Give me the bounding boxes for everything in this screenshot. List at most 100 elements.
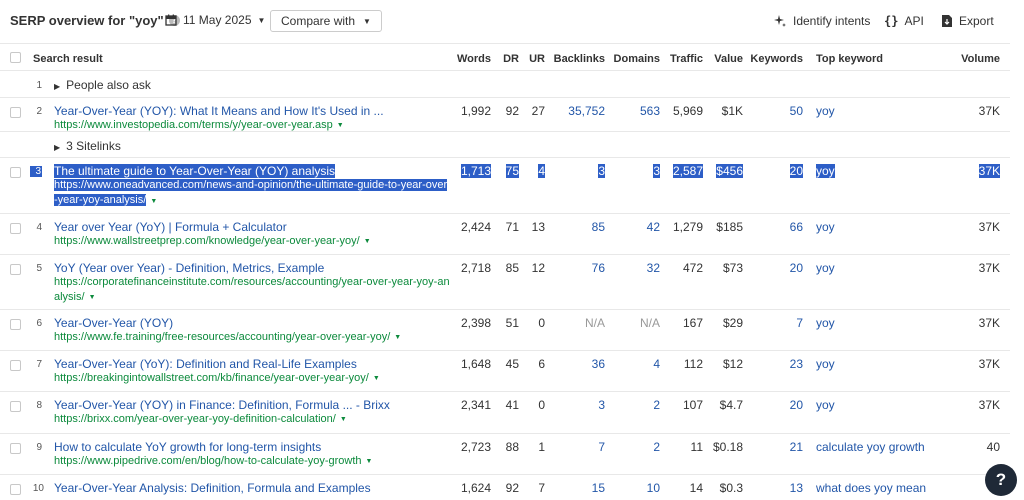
backlinks-link[interactable]: 3	[598, 164, 605, 178]
keywords-link[interactable]: 20	[790, 261, 803, 275]
column-dr[interactable]: DR	[503, 53, 519, 65]
result-url[interactable]: https://brixx.com/year-over-year-yoy-def…	[54, 413, 347, 425]
keywords-link[interactable]: 50	[790, 104, 803, 118]
domains-link[interactable]: 4	[653, 357, 660, 371]
keywords-link[interactable]: 13	[790, 481, 803, 495]
chevron-down-icon: ▼	[257, 15, 266, 25]
expand-arrow-icon[interactable]: ▶	[54, 82, 60, 91]
result-title-link[interactable]: Year-Over-Year Analysis: Definition, For…	[54, 481, 371, 495]
backlinks-link[interactable]: 85	[592, 220, 605, 234]
expand-arrow-icon[interactable]: ▶	[54, 143, 60, 152]
column-traffic[interactable]: Traffic	[670, 53, 703, 65]
top-keyword-link[interactable]: yoy	[816, 104, 835, 118]
keywords-link[interactable]: 23	[790, 357, 803, 371]
result-title-link[interactable]: YoY (Year over Year) - Definition, Metri…	[54, 261, 324, 275]
column-search-result[interactable]: Search result	[33, 53, 103, 65]
domains-link[interactable]: 10	[647, 481, 660, 495]
column-words[interactable]: Words	[457, 53, 491, 65]
top-keyword-link[interactable]: yoy	[816, 357, 835, 371]
top-keyword-link[interactable]: yoy	[816, 316, 835, 330]
row-checkbox[interactable]	[10, 319, 21, 330]
top-keyword-link[interactable]: yoy	[816, 164, 835, 178]
people-also-ask-row[interactable]: 1 ▶ People also ask	[0, 72, 1010, 98]
chevron-down-icon[interactable]: ▼	[364, 238, 371, 245]
row-checkbox[interactable]	[10, 484, 21, 495]
table-row: 9 How to calculate YoY growth for long-t…	[0, 435, 1010, 475]
backlinks-link[interactable]: 76	[592, 261, 605, 275]
row-checkbox[interactable]	[10, 264, 21, 275]
row-checkbox[interactable]	[10, 360, 21, 371]
table-header: Search result Words DR UR Backlinks Doma…	[0, 43, 1010, 71]
date-picker[interactable]: 11 May 2025 ▼	[165, 13, 265, 27]
export-button[interactable]: Export	[942, 14, 994, 28]
top-keyword-link[interactable]: calculate yoy growth	[816, 440, 925, 454]
row-checkbox[interactable]	[10, 443, 21, 454]
chevron-down-icon[interactable]: ▼	[373, 375, 380, 382]
column-top-keyword[interactable]: Top keyword	[816, 53, 883, 65]
row-checkbox[interactable]	[10, 401, 21, 412]
domains-link[interactable]: 32	[647, 261, 660, 275]
backlinks-link[interactable]: 35,752	[568, 104, 605, 118]
row-checkbox[interactable]	[10, 223, 21, 234]
backlinks-link[interactable]: 36	[592, 357, 605, 371]
chevron-down-icon[interactable]: ▼	[150, 198, 157, 205]
result-title-link[interactable]: How to calculate YoY growth for long-ter…	[54, 440, 321, 454]
table-row: 2 Year-Over-Year (YOY): What It Means an…	[0, 99, 1010, 132]
api-button[interactable]: {} API	[884, 14, 924, 28]
column-domains[interactable]: Domains	[614, 53, 660, 65]
result-url[interactable]: https://www.oneadvanced.com/news-and-opi…	[54, 179, 448, 191]
column-keywords[interactable]: Keywords	[750, 53, 803, 65]
result-title-link[interactable]: Year-Over-Year (YoY): Definition and Rea…	[54, 357, 357, 371]
column-value[interactable]: Value	[714, 53, 743, 65]
result-title-link[interactable]: Year over Year (YoY) | Formula + Calcula…	[54, 220, 287, 234]
result-title-link[interactable]: Year-Over-Year (YOY): What It Means and …	[54, 104, 384, 118]
select-all-checkbox[interactable]	[10, 52, 21, 63]
chevron-down-icon[interactable]: ▼	[337, 122, 344, 129]
keywords-link[interactable]: 66	[790, 220, 803, 234]
identify-intents-button[interactable]: Identify intents	[774, 14, 870, 28]
compare-with-dropdown[interactable]: Compare with ▼	[270, 10, 382, 32]
column-ur[interactable]: UR	[529, 53, 545, 65]
domains-link[interactable]: 42	[647, 220, 660, 234]
result-title-link[interactable]: Year-Over-Year (YOY)	[54, 316, 173, 330]
result-url[interactable]: https://www.pipedrive.com/en/blog/how-to…	[54, 455, 372, 467]
sparkle-icon	[774, 15, 786, 27]
backlinks-link[interactable]: 15	[592, 481, 605, 495]
row-checkbox[interactable]	[10, 107, 21, 118]
top-keyword-link[interactable]: yoy	[816, 220, 835, 234]
keywords-link[interactable]: 20	[790, 398, 803, 412]
column-backlinks[interactable]: Backlinks	[554, 53, 605, 65]
result-url[interactable]: https://www.investopedia.com/terms/y/yea…	[54, 119, 344, 131]
result-url[interactable]: https://breakingintowallstreet.com/kb/fi…	[54, 372, 380, 384]
backlinks-link[interactable]: 3	[598, 398, 605, 412]
chevron-down-icon[interactable]: ▼	[340, 416, 347, 423]
backlinks-link[interactable]: 7	[598, 440, 605, 454]
help-chat-button[interactable]: ?	[985, 464, 1017, 496]
column-volume[interactable]: Volume	[961, 53, 1000, 65]
result-url[interactable]: https://www.fe.training/free-resources/a…	[54, 331, 401, 343]
domains-link[interactable]: 3	[653, 164, 660, 178]
braces-icon: {}	[884, 14, 899, 28]
table-row: 6 Year-Over-Year (YOY) https://www.fe.tr…	[0, 311, 1010, 351]
result-title-link[interactable]: The ultimate guide to Year-Over-Year (YO…	[54, 164, 336, 178]
domains-link[interactable]: 563	[640, 104, 660, 118]
chevron-down-icon[interactable]: ▼	[89, 294, 96, 301]
sitelinks-row[interactable]: ▶ 3 Sitelinks	[0, 133, 1010, 158]
top-keyword-link[interactable]: what does yoy mean	[816, 481, 926, 495]
keywords-link[interactable]: 7	[796, 316, 803, 330]
domains-link[interactable]: 2	[653, 398, 660, 412]
chevron-down-icon: ▼	[363, 16, 371, 26]
domains-link[interactable]: 2	[653, 440, 660, 454]
result-url-continued[interactable]: -year-yoy-analysis/▼	[54, 194, 157, 206]
keywords-link[interactable]: 21	[790, 440, 803, 454]
result-url[interactable]: https://www.wallstreetprep.com/knowledge…	[54, 235, 371, 247]
chevron-down-icon[interactable]: ▼	[394, 334, 401, 341]
chevron-down-icon[interactable]: ▼	[366, 458, 373, 465]
result-url[interactable]: https://corporatefinanceinstitute.com/re…	[54, 276, 450, 288]
result-title-link[interactable]: Year-Over-Year (YOY) in Finance: Definit…	[54, 398, 390, 412]
top-keyword-link[interactable]: yoy	[816, 261, 835, 275]
result-url-continued[interactable]: alysis/▼	[54, 291, 96, 303]
top-keyword-link[interactable]: yoy	[816, 398, 835, 412]
row-checkbox[interactable]	[10, 167, 21, 178]
keywords-link[interactable]: 20	[789, 164, 803, 178]
